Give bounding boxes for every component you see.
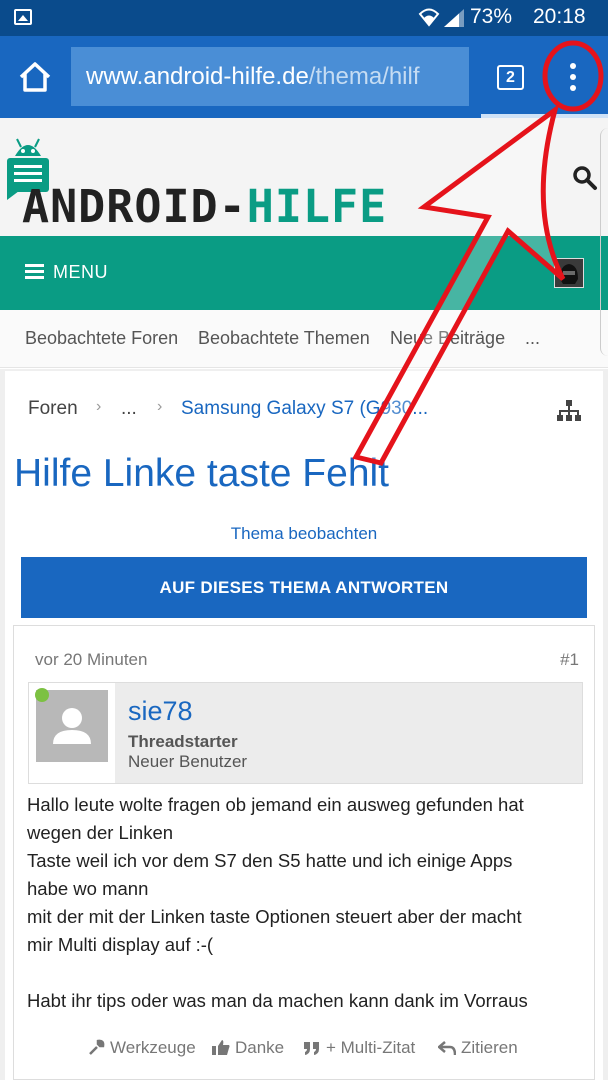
quote-icon [304, 1042, 319, 1055]
user-role: Threadstarter [128, 732, 238, 751]
search-icon[interactable] [572, 165, 598, 191]
tools-label: Werkzeuge [110, 1038, 196, 1057]
post-line: mit der mit der Linken taste Optionen st… [27, 906, 522, 927]
post-body: Hallo leute wolte fragen ob jemand ein a… [27, 791, 587, 1015]
main-menu-bar: MENU [0, 236, 608, 310]
post-line: mir Multi display auf :-( [27, 934, 214, 955]
thread-title: Hilfe Linke taste Fehlt [14, 452, 390, 495]
gallery-notification-icon [14, 9, 32, 25]
post-avatar[interactable] [29, 683, 115, 783]
breadcrumb: Foren › ... › Samsung Galaxy S7 (G930... [0, 395, 608, 425]
quote-button[interactable]: Zitieren [437, 1038, 518, 1058]
post-line: Taste weil ich vor dem S7 den S5 hatte u… [27, 850, 513, 871]
reply-arrow-icon [437, 1041, 457, 1056]
breadcrumb-samsung-s7[interactable]: Samsung Galaxy S7 (G930... [181, 398, 428, 420]
user-info-box: sie78 Threadstarter Neuer Benutzer [28, 682, 583, 784]
hamburger-icon[interactable] [25, 264, 44, 280]
breadcrumb-ellipsis[interactable]: ... [121, 398, 137, 420]
subnav-watched-forums[interactable]: Beobachtete Foren [25, 328, 178, 349]
browser-toolbar: www.android-hilfe.de/thema/hilf 2 [0, 36, 608, 118]
subnav-more[interactable]: ... [525, 328, 540, 349]
page-scroll-edge [600, 128, 608, 356]
multi-quote-button[interactable]: + Multi-Zitat [303, 1038, 415, 1058]
chevron-right-icon: › [157, 398, 163, 415]
user-rank: Neuer Benutzer [128, 752, 248, 771]
status-bar: 73% 20:18 [0, 0, 608, 36]
logo-main: ANDROID- [22, 180, 247, 233]
url-path: /thema/hilf [308, 63, 420, 90]
signal-icon [444, 9, 464, 27]
logo-accent: HILFE [246, 180, 388, 233]
battery-level: 73% [470, 5, 513, 28]
post-line: Hallo leute wolte fragen ob jemand ein a… [27, 794, 524, 815]
multi-quote-label: + Multi-Zitat [326, 1038, 416, 1057]
site-header: ANDROID-HILFE [0, 118, 608, 236]
sitemap-icon[interactable] [557, 400, 581, 422]
post-time[interactable]: vor 20 Minuten [35, 650, 147, 670]
breadcrumb-forums[interactable]: Foren [28, 398, 78, 420]
user-avatar[interactable] [554, 258, 584, 288]
quote-label: Zitieren [461, 1038, 518, 1057]
post-line: Habt ihr tips oder was man da machen kan… [27, 990, 528, 1011]
online-status-dot [35, 688, 49, 702]
post-line: habe wo mann [27, 878, 149, 899]
post-actions: Werkzeuge Danke + Multi-Zitat Zitieren [14, 1036, 596, 1060]
subnav-watched-threads[interactable]: Beobachtete Themen [198, 328, 370, 349]
post-line [27, 959, 587, 987]
wrench-icon [89, 1039, 105, 1055]
menu-button[interactable]: MENU [53, 262, 108, 283]
clock: 20:18 [533, 5, 586, 28]
post: vor 20 Minuten #1 sie78 Threadstarter Ne… [13, 625, 595, 1080]
home-icon[interactable] [16, 58, 54, 96]
sub-navigation: Beobachtete Foren Beobachtete Themen Neu… [0, 310, 608, 368]
post-number[interactable]: #1 [560, 650, 579, 670]
tab-switcher-button[interactable]: 2 [497, 65, 524, 90]
post-username[interactable]: sie78 [128, 696, 193, 727]
thanks-label: Danke [235, 1038, 285, 1057]
wifi-icon [418, 7, 440, 32]
url-host: www.android-hilfe.de [86, 63, 309, 90]
subnav-new-posts[interactable]: Neue Beiträge [390, 328, 505, 349]
chevron-right-icon: › [96, 398, 102, 415]
tools-button[interactable]: Werkzeuge [88, 1038, 196, 1058]
watch-thread-link[interactable]: Thema beobachten [0, 524, 608, 544]
post-line: wegen der Linken [27, 822, 174, 843]
thanks-button[interactable]: Danke [212, 1038, 284, 1058]
thumbs-up-icon [212, 1040, 230, 1055]
more-options-icon[interactable] [560, 60, 586, 96]
url-bar[interactable]: www.android-hilfe.de/thema/hilf [71, 47, 469, 106]
site-logo[interactable]: ANDROID-HILFE [22, 180, 387, 233]
default-avatar-icon [36, 690, 108, 762]
reply-button[interactable]: AUF DIESES THEMA ANTWORTEN [21, 557, 587, 618]
